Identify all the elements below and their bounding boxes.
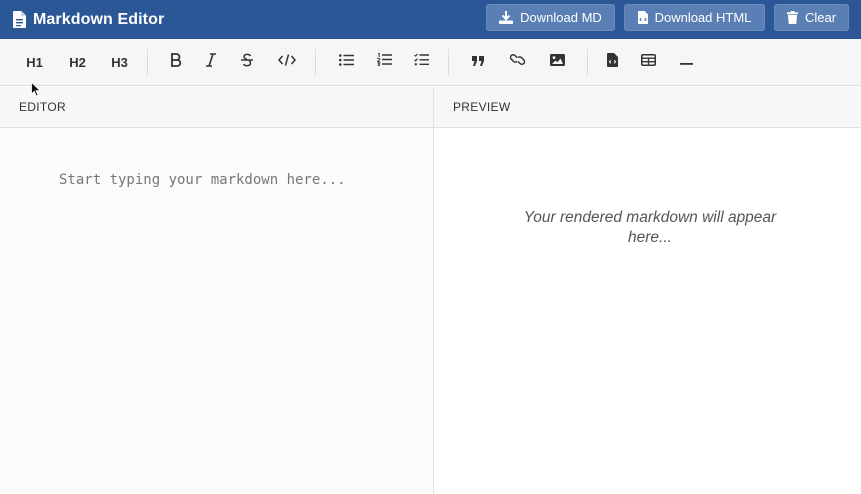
numbered-list-button[interactable]: [371, 49, 397, 75]
italic-icon: [205, 52, 217, 72]
editor-pane-header: EDITOR: [0, 87, 433, 128]
header-actions: Download MD Download HTML Clear: [486, 4, 849, 31]
document-icon: [13, 11, 26, 28]
preview-label: PREVIEW: [453, 100, 511, 114]
heading-1-button[interactable]: H1: [20, 49, 49, 75]
table-button[interactable]: [635, 49, 661, 75]
heading-3-label: H3: [111, 54, 128, 70]
heading-3-button[interactable]: H3: [105, 49, 134, 75]
download-md-button[interactable]: Download MD: [486, 4, 615, 31]
download-html-button[interactable]: Download HTML: [624, 4, 765, 31]
toolbar-separator: [315, 49, 316, 76]
download-html-label: Download HTML: [654, 10, 752, 25]
code-icon: [278, 53, 296, 71]
file-code-icon: [606, 52, 618, 72]
toolbar-separator: [448, 49, 449, 76]
download-icon: [499, 11, 520, 24]
bold-button[interactable]: [163, 49, 189, 75]
bullet-list-button[interactable]: [333, 49, 359, 75]
code-button[interactable]: [273, 49, 301, 75]
heading-1-label: H1: [26, 54, 43, 70]
mouse-cursor-icon: [31, 81, 41, 102]
editor-placeholder: Start typing your markdown here...: [59, 172, 346, 188]
task-list-button[interactable]: [408, 49, 434, 75]
clear-button[interactable]: Clear: [774, 4, 849, 31]
numbered-list-icon: [376, 52, 392, 71]
link-button[interactable]: [503, 49, 531, 75]
editor-label: EDITOR: [19, 100, 66, 114]
table-icon: [640, 53, 656, 71]
image-button[interactable]: [543, 49, 571, 75]
heading-2-label: H2: [69, 54, 86, 70]
toolbar-separator: [587, 49, 588, 76]
bold-icon: [170, 52, 182, 72]
formatting-toolbar: H1 H2 H3: [0, 39, 861, 86]
strikethrough-button[interactable]: [234, 49, 260, 75]
toolbar-separator: [147, 49, 148, 76]
strikethrough-icon: [240, 53, 254, 72]
download-md-label: Download MD: [520, 10, 602, 25]
quote-button[interactable]: [465, 49, 491, 75]
file-code-icon: [637, 11, 655, 24]
horizontal-rule-icon: [679, 53, 693, 71]
preview-placeholder: Your rendered markdown will appear here.…: [523, 209, 777, 246]
image-icon: [549, 53, 565, 71]
preview-pane: [434, 128, 861, 494]
horizontal-rule-button[interactable]: [673, 49, 699, 75]
heading-2-button[interactable]: H2: [63, 49, 92, 75]
app-header: Markdown Editor Download MD Download HTM…: [0, 0, 861, 39]
clear-label: Clear: [804, 10, 837, 25]
quote-icon: [471, 53, 485, 71]
italic-button[interactable]: [198, 49, 224, 75]
task-list-icon: [413, 53, 429, 71]
brand: Markdown Editor: [13, 11, 164, 29]
file-code-button[interactable]: [600, 49, 624, 75]
preview-pane-header: PREVIEW: [434, 87, 861, 128]
link-icon: [509, 53, 526, 71]
bullet-list-icon: [338, 53, 354, 71]
app-title: Markdown Editor: [33, 10, 165, 28]
trash-icon: [786, 11, 805, 24]
